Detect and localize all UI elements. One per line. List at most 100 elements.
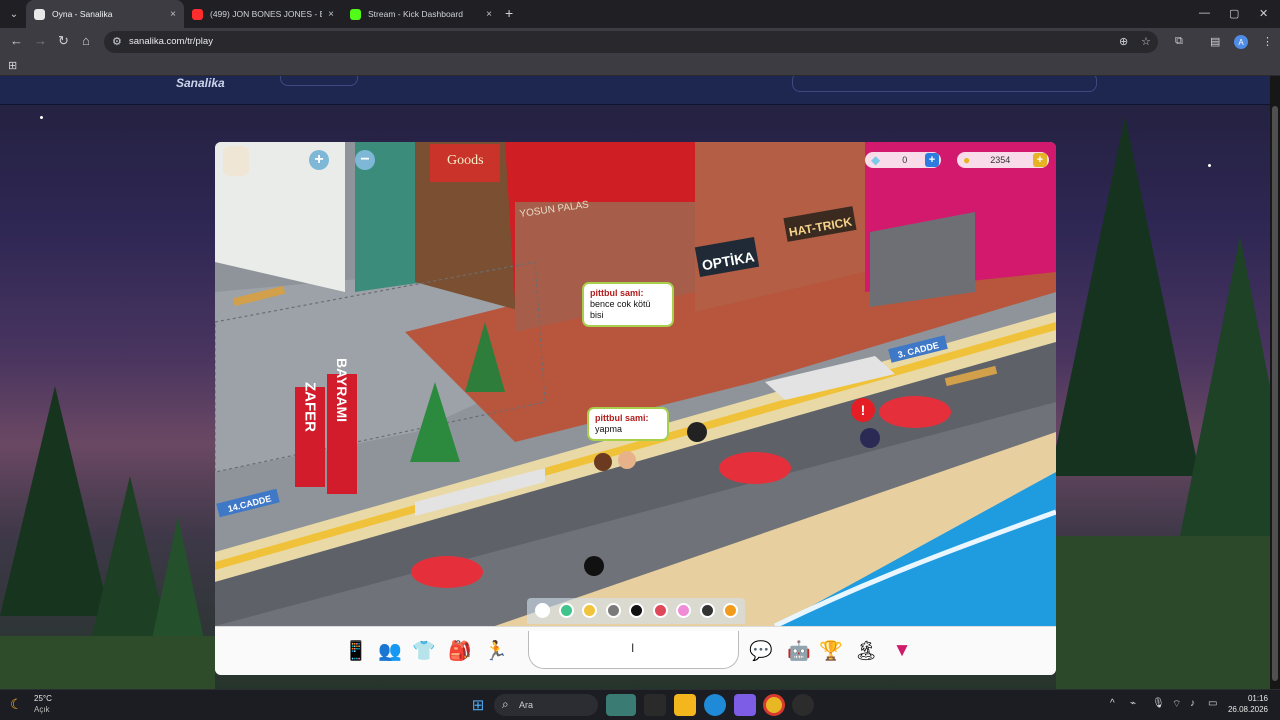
zoom-in-button[interactable]: + bbox=[309, 150, 329, 170]
inventory-bag-icon[interactable]: 🎒 bbox=[447, 638, 473, 664]
color-swatch[interactable] bbox=[535, 603, 550, 618]
network-icon[interactable]: ⌁ bbox=[1130, 698, 1136, 709]
dance-action-icon[interactable]: 🏃 bbox=[483, 638, 509, 664]
battery-icon[interactable]: ▭ bbox=[1208, 698, 1217, 709]
chat-message: bence cok kötü bisi bbox=[590, 299, 651, 320]
beach-umbrella bbox=[719, 452, 791, 484]
color-swatch[interactable] bbox=[629, 603, 644, 618]
address-bar[interactable]: ⚙ sanalika.com/tr/play ⊕ ☆ bbox=[104, 31, 1158, 53]
star bbox=[40, 116, 43, 119]
tab-sanalika[interactable]: Oyna - Sanalika × bbox=[26, 0, 184, 28]
color-swatch[interactable] bbox=[605, 603, 621, 618]
terminal-icon[interactable] bbox=[644, 694, 666, 716]
close-tab-icon[interactable]: × bbox=[328, 9, 334, 20]
wardrobe-icon[interactable]: 👕 bbox=[411, 638, 437, 664]
island-icon[interactable]: 🏝 bbox=[853, 638, 879, 664]
weather-moon-icon[interactable]: ☾ bbox=[10, 696, 23, 713]
site-info-icon[interactable]: ⚙ bbox=[112, 35, 122, 48]
shop-menu-icon[interactable]: ▼ bbox=[889, 638, 915, 664]
start-windows-icon[interactable]: ⊞ bbox=[467, 694, 489, 716]
buy-diamonds-button[interactable]: + bbox=[925, 153, 939, 167]
header-button[interactable] bbox=[280, 76, 358, 86]
friends-icon[interactable]: 👥 bbox=[377, 638, 403, 664]
bookmark-star-icon[interactable]: ☆ bbox=[1141, 35, 1151, 48]
clock-time[interactable]: 01:16 bbox=[1232, 694, 1268, 703]
color-swatch[interactable] bbox=[723, 603, 738, 618]
diamond-icon: ◆ bbox=[871, 153, 881, 167]
zoom-icon[interactable]: ⊕ bbox=[1119, 35, 1128, 48]
minimize-icon[interactable]: — bbox=[1199, 7, 1210, 19]
forward-button[interactable]: → bbox=[34, 34, 47, 48]
tab-title: (499) JON BONES JONES - EDİT bbox=[210, 9, 322, 19]
close-tab-icon[interactable]: × bbox=[486, 9, 492, 20]
chrome-icon[interactable] bbox=[763, 694, 785, 716]
edge-browser-icon[interactable] bbox=[704, 694, 726, 716]
color-swatch[interactable] bbox=[699, 603, 715, 618]
restore-icon[interactable]: ▢ bbox=[1229, 7, 1239, 20]
extensions-icon[interactable]: ⧉ bbox=[1175, 35, 1183, 48]
weather-temp[interactable]: 25°C bbox=[34, 694, 52, 703]
tray-overflow-icon[interactable]: ^ bbox=[1110, 698, 1115, 709]
site-logo[interactable]: Sanalika bbox=[176, 76, 225, 90]
side-panel-icon[interactable]: ▤ bbox=[1210, 35, 1220, 48]
chat-icon[interactable]: 💬 bbox=[748, 638, 774, 664]
close-tab-icon[interactable]: × bbox=[170, 9, 176, 20]
coin-count: 2354 bbox=[990, 155, 1011, 165]
color-swatch[interactable] bbox=[676, 603, 691, 618]
color-swatch[interactable] bbox=[558, 603, 574, 618]
new-tab-button[interactable]: + bbox=[505, 6, 513, 20]
color-swatch[interactable] bbox=[582, 603, 597, 618]
clock-date[interactable]: 26.08.2026 bbox=[1222, 705, 1268, 714]
phone-icon[interactable]: 📱 bbox=[343, 638, 369, 664]
trophy-icon[interactable]: 🏆 bbox=[818, 638, 844, 664]
microphone-icon[interactable]: 🎙 bbox=[1152, 698, 1165, 709]
chat-message: yapma bbox=[595, 424, 623, 434]
search-placeholder: Ara bbox=[519, 700, 534, 710]
avatar-character bbox=[687, 422, 707, 442]
avatar-character bbox=[618, 451, 636, 469]
back-button[interactable]: ← bbox=[10, 34, 23, 48]
close-window-icon[interactable]: ✕ bbox=[1259, 7, 1268, 20]
volume-icon[interactable]: ♪ bbox=[1190, 698, 1195, 709]
tab-search-button[interactable]: ⌄ bbox=[5, 5, 23, 23]
home-button[interactable]: ⌂ bbox=[82, 34, 90, 48]
beach-umbrella bbox=[879, 396, 951, 428]
tab-title: Oyna - Sanalika bbox=[52, 9, 113, 19]
browser-menu-icon[interactable]: ⋮ bbox=[1262, 35, 1273, 48]
zafer-text: ZAFER bbox=[302, 382, 319, 432]
url-text[interactable]: sanalika.com/tr/play bbox=[129, 36, 213, 47]
apps-grid-icon[interactable]: ⊞ bbox=[8, 59, 17, 72]
tab-kick[interactable]: Stream - Kick Dashboard × bbox=[342, 0, 500, 28]
avatar-character bbox=[594, 453, 612, 471]
scrollbar-thumb[interactable] bbox=[1272, 106, 1278, 681]
youtube-favicon-icon bbox=[192, 8, 203, 20]
copilot-icon[interactable] bbox=[734, 694, 756, 716]
pet-icon[interactable]: 🤖 bbox=[786, 638, 812, 664]
reload-button[interactable]: ↻ bbox=[58, 34, 69, 48]
goods-sign-text: Goods bbox=[447, 153, 484, 168]
zoom-out-button[interactable]: − bbox=[355, 150, 375, 170]
game-window[interactable]: Goods YOSUN PALAS OPTİKA HAT-TRICK ZAFER… bbox=[215, 142, 1056, 675]
buy-coins-button[interactable]: + bbox=[1033, 153, 1047, 167]
tab-youtube[interactable]: (499) JON BONES JONES - EDİT × bbox=[184, 0, 342, 28]
file-explorer-icon[interactable] bbox=[674, 694, 696, 716]
site-header: Sanalika bbox=[0, 76, 1280, 105]
avatar-character bbox=[584, 556, 604, 576]
coin-counter: ● 2354 + bbox=[957, 152, 1049, 168]
chat-color-palette bbox=[527, 598, 745, 624]
weather-desc[interactable]: Açık bbox=[34, 705, 50, 714]
windows-taskbar: ☾ 25°C Açık ⊞ ⌕ Ara ^ ⌁ 🎙 ⌔ ♪ ▭ 01:16 26… bbox=[0, 689, 1280, 720]
page-scrollbar[interactable] bbox=[1270, 76, 1280, 689]
pine-tree bbox=[1180, 236, 1280, 536]
chat-input[interactable]: I bbox=[528, 631, 739, 669]
task-view-icon[interactable] bbox=[606, 694, 636, 716]
header-user-panel[interactable] bbox=[792, 76, 1097, 92]
app-icon[interactable] bbox=[792, 694, 814, 716]
wifi-icon[interactable]: ⌔ bbox=[1172, 698, 1181, 711]
color-swatch[interactable] bbox=[652, 603, 668, 618]
game-scene[interactable]: Goods YOSUN PALAS OPTİKA HAT-TRICK ZAFER… bbox=[215, 142, 1056, 626]
taskbar-search[interactable]: ⌕ Ara bbox=[494, 694, 598, 716]
player-avatar-thumb[interactable] bbox=[223, 146, 249, 176]
chat-author: pittbul sami: bbox=[590, 288, 644, 298]
profile-avatar[interactable]: A bbox=[1234, 35, 1248, 49]
